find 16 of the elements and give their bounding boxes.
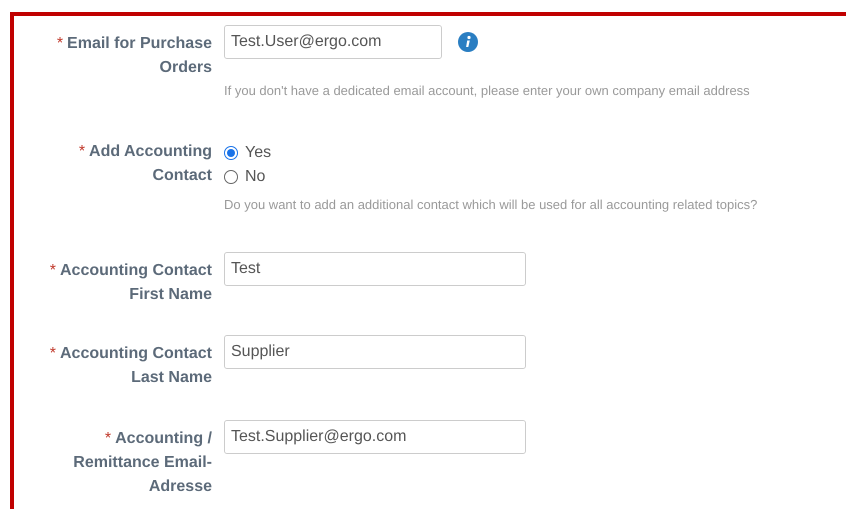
help-text: Do you want to add an additional contact which will be used for all accounting related topics?: [224, 196, 758, 214]
field-label: * Add Accounting Contact: [78, 142, 212, 184]
text-field[interactable]: Test.Supplier@ergo.com: [224, 420, 526, 454]
text-field[interactable]: Test.User@ergo.com: [224, 25, 442, 59]
field-label: * Accounting / Remittance Email- Adresse: [73, 430, 212, 495]
help-text: If you don't have a dedicated email account, please enter your own company email address: [224, 82, 750, 100]
text-field[interactable]: Test: [224, 252, 526, 286]
info-icon[interactable]: [458, 32, 478, 52]
field-label: * Accounting Contact Last Name: [50, 345, 212, 386]
radio-button[interactable]: [224, 170, 238, 184]
radio-label[interactable]: Yes: [245, 140, 272, 164]
radio-label[interactable]: No: [245, 164, 266, 188]
field-label: * Accounting Contact First Name: [50, 262, 212, 303]
text-field[interactable]: Supplier: [224, 335, 526, 369]
radio-button[interactable]: [224, 146, 238, 160]
field-label: * Email for Purchase Orders: [56, 35, 212, 76]
